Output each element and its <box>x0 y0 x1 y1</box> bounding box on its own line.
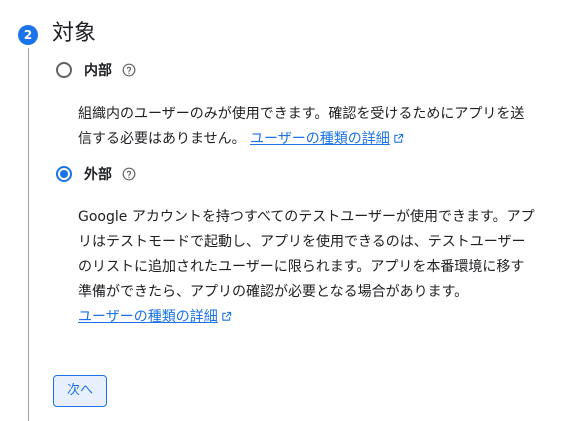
help-circle-icon[interactable] <box>122 167 136 181</box>
user-type-details-link[interactable]: ユーザーの種類の詳細 <box>78 309 232 325</box>
user-type-details-link-text: ユーザーの種類の詳細 <box>250 131 390 147</box>
radio-internal[interactable] <box>56 62 72 78</box>
option-external-description: Google アカウントを持つすべてのテストユーザーが使用できます。アプリはテス… <box>78 205 538 330</box>
option-internal-label: 内部 <box>84 63 112 79</box>
help-circle-icon[interactable] <box>122 63 136 77</box>
option-external-description-text: Google アカウントを持つすべてのテストユーザーが使用できます。アプリはテス… <box>78 209 535 300</box>
option-external[interactable]: 外部 <box>56 162 136 186</box>
option-external-label: 外部 <box>84 167 112 183</box>
step-connector-line <box>28 48 29 421</box>
radio-external[interactable] <box>56 166 72 182</box>
audience-step: 2 対象 内部 組織内のユーザーのみが使用できます。確認を受けるためにアプリを送… <box>0 0 563 421</box>
step-title: 対象 <box>52 21 97 46</box>
user-type-details-link[interactable]: ユーザーの種類の詳細 <box>250 131 404 147</box>
user-type-details-link-text: ユーザーの種類の詳細 <box>78 309 218 325</box>
open-in-new-icon <box>222 311 231 321</box>
option-internal[interactable]: 内部 <box>56 58 136 82</box>
step-number-badge: 2 <box>18 25 38 45</box>
open-in-new-icon <box>394 133 403 143</box>
option-internal-description: 組織内のユーザーのみが使用できます。確認を受けるためにアプリを送信する必要はあり… <box>78 102 538 152</box>
next-button[interactable]: 次へ <box>53 375 107 407</box>
